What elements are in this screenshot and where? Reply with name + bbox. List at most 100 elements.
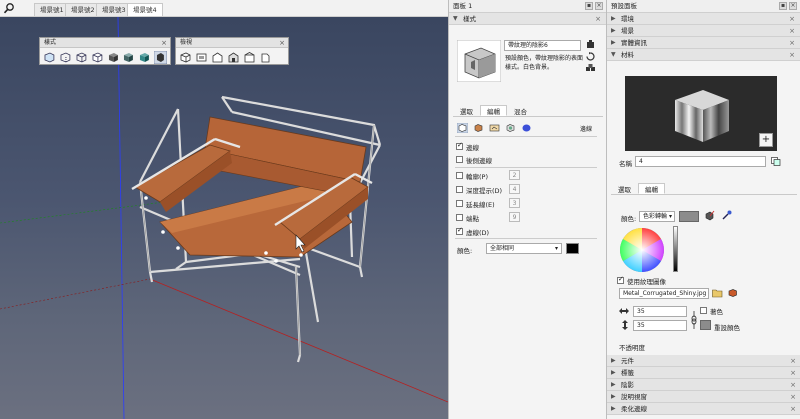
tab-mix[interactable]: 混合 (507, 105, 534, 116)
option-endpoints[interactable]: 端點 (456, 212, 479, 223)
brightness-slider[interactable] (673, 226, 678, 272)
color-mode-select[interactable]: 色彩轉輪 ▾ (639, 211, 675, 222)
close-icon[interactable]: × (790, 367, 796, 379)
pin-icon[interactable]: ▪ (779, 2, 787, 10)
update-style-icon[interactable] (586, 52, 595, 61)
reset-color-label[interactable]: 重設顏色 (714, 322, 740, 332)
use-texture-option[interactable]: 使用紋理圖像 (617, 275, 666, 286)
texture-width-field[interactable]: 35 (633, 306, 687, 317)
modeling-settings-icon[interactable] (521, 123, 532, 133)
back-edges-icon[interactable] (59, 51, 72, 64)
xray-style-icon[interactable] (43, 51, 56, 64)
pin-icon[interactable]: ▪ (585, 2, 593, 10)
background-settings-icon[interactable] (489, 123, 500, 133)
style-browser-icon[interactable] (586, 64, 595, 73)
back-edges-checkbox[interactable] (456, 156, 463, 163)
close-icon[interactable]: × (790, 355, 796, 367)
section-materials[interactable]: ▼ 材料 × (607, 49, 800, 61)
option-depth-cue[interactable]: 深度提示(D) (456, 184, 502, 195)
section-shadows[interactable]: ▶ 陰影 × (607, 379, 800, 391)
colorize-option[interactable]: 著色 (700, 305, 723, 316)
back-view-icon[interactable] (243, 51, 256, 64)
close-icon[interactable]: × (161, 38, 167, 48)
create-style-icon[interactable] (586, 40, 595, 49)
extension-checkbox[interactable] (456, 200, 463, 207)
tab-edit[interactable]: 編輯 (480, 105, 507, 116)
option-extension[interactable]: 延長線(E) (456, 198, 495, 209)
scene-tab-4[interactable]: 場景號4 (127, 3, 163, 16)
tab-select[interactable]: 選取 (611, 183, 638, 194)
close-icon[interactable]: × (789, 25, 795, 37)
top-view-icon[interactable] (195, 51, 208, 64)
duplicate-material-icon[interactable] (771, 157, 781, 166)
sample-paint-icon[interactable] (704, 210, 715, 221)
extension-value[interactable]: 3 (509, 198, 520, 208)
section-environment[interactable]: ▶ 環境 × (607, 13, 800, 25)
current-color-swatch[interactable] (679, 211, 699, 222)
section-soften-edges[interactable]: ▶ 柔化邊線 × (607, 403, 800, 415)
monochrome-icon[interactable] (138, 51, 151, 64)
tab-edit[interactable]: 編輯 (638, 183, 665, 194)
option-back-edges[interactable]: 後側邊線 (456, 154, 492, 165)
close-icon[interactable]: × (790, 391, 796, 403)
endpoints-checkbox[interactable] (456, 214, 463, 221)
close-icon[interactable]: × (595, 13, 601, 25)
section-tags[interactable]: ▶ 標籤 × (607, 367, 800, 379)
color-wheel[interactable] (618, 226, 668, 274)
endpoints-value[interactable]: 9 (509, 212, 520, 222)
close-icon[interactable]: × (789, 37, 795, 49)
search-icon[interactable] (2, 2, 16, 15)
front-view-icon[interactable] (211, 51, 224, 64)
material-name-field[interactable]: 4 (635, 156, 766, 167)
iso-view-icon[interactable] (179, 51, 192, 64)
create-material-icon[interactable]: + (759, 133, 773, 147)
close-icon[interactable]: × (790, 379, 796, 391)
active-style-icon[interactable] (154, 51, 167, 64)
face-settings-icon[interactable] (473, 123, 484, 133)
edges-checkbox[interactable] (456, 141, 463, 150)
close-icon[interactable]: × (595, 2, 603, 10)
section-instructor[interactable]: ▶ 說明視窗 × (607, 391, 800, 403)
profiles-checkbox[interactable] (456, 172, 463, 179)
option-dashes[interactable]: 虛線(D) (456, 226, 489, 237)
shaded-icon[interactable] (107, 51, 120, 64)
close-icon[interactable]: × (789, 13, 795, 25)
edge-color-select[interactable]: 全部相同 ▾ (486, 243, 562, 254)
styles-section-header[interactable]: ▼ 樣式 × (449, 13, 606, 25)
close-icon[interactable]: × (789, 2, 797, 10)
depth-cue-checkbox[interactable] (456, 186, 463, 193)
views-toolbar[interactable]: 檢視 × (175, 37, 289, 65)
link-aspect-icon[interactable] (691, 310, 697, 330)
use-texture-checkbox[interactable] (617, 275, 624, 284)
section-scenes[interactable]: ▶ 場景 × (607, 25, 800, 37)
option-edges[interactable]: 邊線 (456, 141, 479, 152)
colorize-checkbox[interactable] (700, 307, 707, 314)
dashes-checkbox[interactable] (456, 226, 463, 235)
close-icon[interactable]: × (790, 403, 796, 415)
styles-toolbar[interactable]: 樣式 × (39, 37, 171, 65)
texture-height-field[interactable]: 35 (633, 320, 687, 331)
depth-cue-value[interactable]: 4 (509, 184, 520, 194)
edge-color-swatch[interactable] (566, 243, 579, 254)
model-viewport[interactable]: 樣式 × 檢視 × (0, 17, 448, 419)
option-profiles[interactable]: 輪廓(P) (456, 170, 488, 181)
close-icon[interactable]: × (279, 38, 285, 48)
edge-settings-icon[interactable] (457, 123, 468, 133)
reset-color-swatch[interactable] (700, 320, 711, 330)
hidden-line-icon[interactable] (91, 51, 104, 64)
texture-file-field[interactable]: Metal_Corrugated_Shiny.jpg (619, 288, 709, 299)
shaded-textures-icon[interactable] (122, 51, 135, 64)
browse-folder-icon[interactable] (712, 288, 723, 298)
section-entity-info[interactable]: ▶ 實體資訊 × (607, 37, 800, 49)
style-name-field[interactable]: 帶紋理的陰影6 (504, 40, 581, 51)
left-view-icon[interactable] (259, 51, 272, 64)
wireframe-icon[interactable] (75, 51, 88, 64)
section-components[interactable]: ▶ 元件 × (607, 355, 800, 367)
tab-select[interactable]: 選取 (453, 105, 480, 116)
close-icon[interactable]: × (789, 49, 795, 61)
watermark-settings-icon[interactable] (505, 123, 516, 133)
eyedropper-icon[interactable] (721, 210, 732, 221)
edit-texture-icon[interactable] (727, 288, 738, 298)
profiles-value[interactable]: 2 (509, 170, 520, 180)
right-view-icon[interactable] (227, 51, 240, 64)
